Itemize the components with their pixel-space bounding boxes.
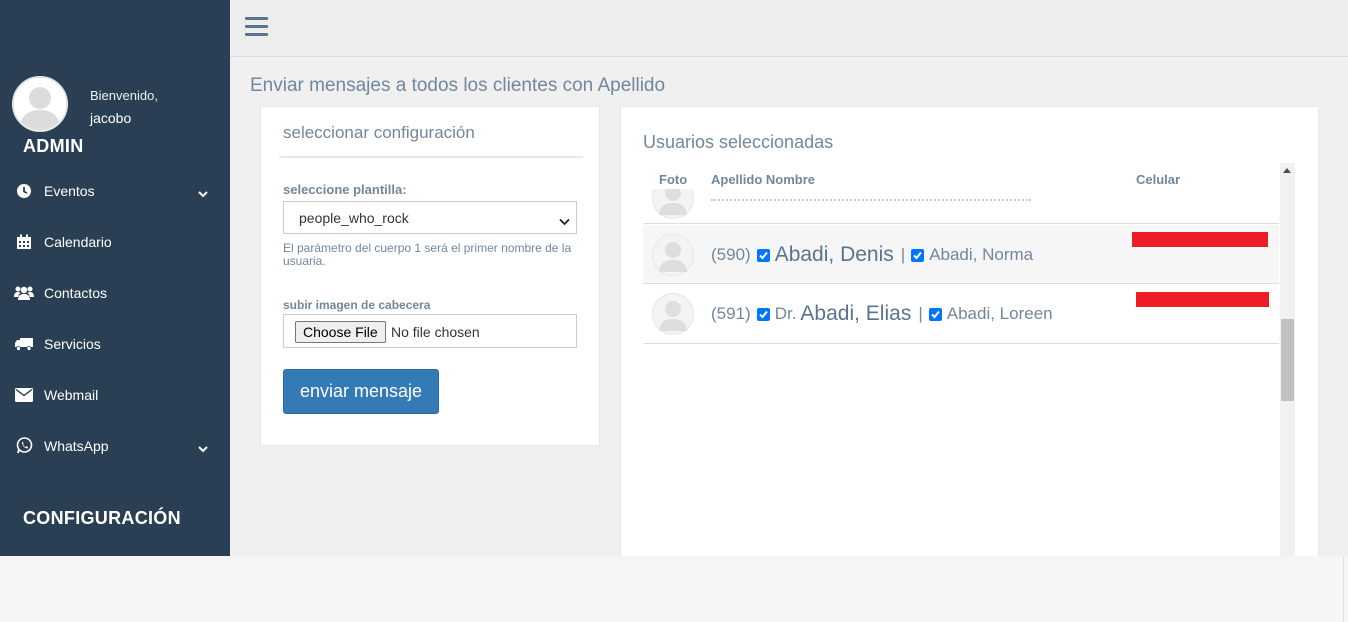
user-silhouette-icon [14,78,66,130]
page-footer-area [0,556,1348,622]
panel-divider [279,156,583,158]
sidebar-item-label: Servicios [44,335,101,352]
column-header-foto: Foto [659,172,688,187]
sidebar-item-label: Calendario [44,233,112,250]
table-row: (591) Dr. Abadi, Elias | Abadi, Loreen [643,284,1279,343]
top-nav [230,0,1348,57]
scroll-up-arrow-icon[interactable] [1283,168,1291,173]
page-title: Enviar mensajes a todos los clientes con… [250,75,666,96]
avatar [652,234,694,281]
client-name: Abadi, Denis [774,243,894,266]
chevron-down-icon [198,440,208,458]
envelope-icon [14,385,34,405]
sidebar: Bienvenido, jacobo ADMIN Eventos Calenda… [0,0,230,556]
table-row: (590) Abadi, Denis | Abadi, Norma [643,225,1279,284]
welcome-text: Bienvenido, [90,88,158,103]
client-name: Abadi, Elias [800,302,912,325]
phone-redacted [1136,292,1269,307]
name-cell: (591) Dr. Abadi, Elias | Abadi, Loreen [711,302,1053,326]
name-separator: | [900,245,906,264]
user-avatar [12,76,68,132]
client-checkbox[interactable] [756,248,770,262]
spouse-name: Abadi, Norma [929,245,1034,264]
sidebar-item-contactos[interactable]: Contactos [0,267,230,318]
calendar-icon [14,232,34,252]
name-separator: | [918,304,923,323]
table-row-partial [643,189,1279,224]
template-select[interactable]: people_who_rock [283,201,577,234]
menu-toggle-icon[interactable] [245,17,268,37]
row-divider [643,283,1279,284]
table-scrollbar[interactable] [1280,163,1295,556]
choose-file-button[interactable]: Choose File [295,321,386,343]
username: jacobo [90,110,132,126]
sidebar-section-title: ADMIN [23,136,84,156]
app-window: Bienvenido, jacobo ADMIN Eventos Calenda… [0,0,1348,556]
selected-users-panel: Usuarios seleccionadas Foto Apellido Nom… [620,106,1319,556]
header-image-file-input[interactable]: Choose File No file chosen [283,314,577,348]
upload-label: subir imagen de cabecera [283,298,431,312]
template-select-value: people_who_rock [299,210,409,226]
phone-redacted [1132,232,1268,247]
sidebar-config-title: CONFIGURACIÓN [23,508,181,528]
config-panel: seleccionar configuración seleccione pla… [260,106,600,446]
client-id: (591) [711,304,751,323]
send-message-button[interactable]: enviar mensaje [283,369,439,414]
client-checkbox[interactable] [756,307,770,321]
sidebar-nav: Eventos Calendario Contactos Servicios W… [0,165,230,471]
template-label: seleccione plantilla: [283,182,407,197]
avatar [652,189,694,223]
sidebar-item-label: Eventos [44,182,95,199]
client-id: (590) [711,245,751,264]
file-status-text: No file chosen [391,324,480,340]
spouse-checkbox[interactable] [911,248,925,262]
sidebar-item-label: WhatsApp [44,437,109,454]
chevron-down-icon [198,185,208,203]
config-panel-title: seleccionar configuración [283,123,475,142]
sidebar-item-label: Webmail [44,386,99,403]
users-icon [14,283,34,303]
name-cell: (590) Abadi, Denis | Abadi, Norma [711,243,1033,267]
avatar [652,293,694,340]
spouse-checkbox[interactable] [928,307,942,321]
sidebar-item-servicios[interactable]: Servicios [0,318,230,369]
template-help-text: El parámetro del cuerpo 1 será el primer… [283,241,572,268]
sidebar-item-eventos[interactable]: Eventos [0,165,230,216]
column-header-nombre: Apellido Nombre [711,172,816,187]
spouse-name: Abadi, Loreen [946,304,1053,323]
edge-divider [1343,556,1344,622]
users-table: Foto Apellido Nombre Celular (590) Abadi… [643,163,1296,556]
scrolled-row-remnant [711,189,1031,201]
sidebar-item-whatsapp[interactable]: WhatsApp [0,420,230,471]
scrollbar-thumb[interactable] [1281,319,1294,401]
whatsapp-icon [14,436,34,456]
sidebar-item-label: Contactos [44,284,108,301]
sidebar-item-webmail[interactable]: Webmail [0,369,230,420]
client-title: Dr. [774,304,797,323]
sidebar-item-calendario[interactable]: Calendario [0,216,230,267]
truck-icon [14,334,34,354]
clock-icon [14,181,34,201]
row-divider [643,343,1279,344]
users-panel-title: Usuarios seleccionadas [643,132,834,152]
chevron-down-icon [559,213,570,229]
column-header-celular: Celular [1136,172,1181,187]
